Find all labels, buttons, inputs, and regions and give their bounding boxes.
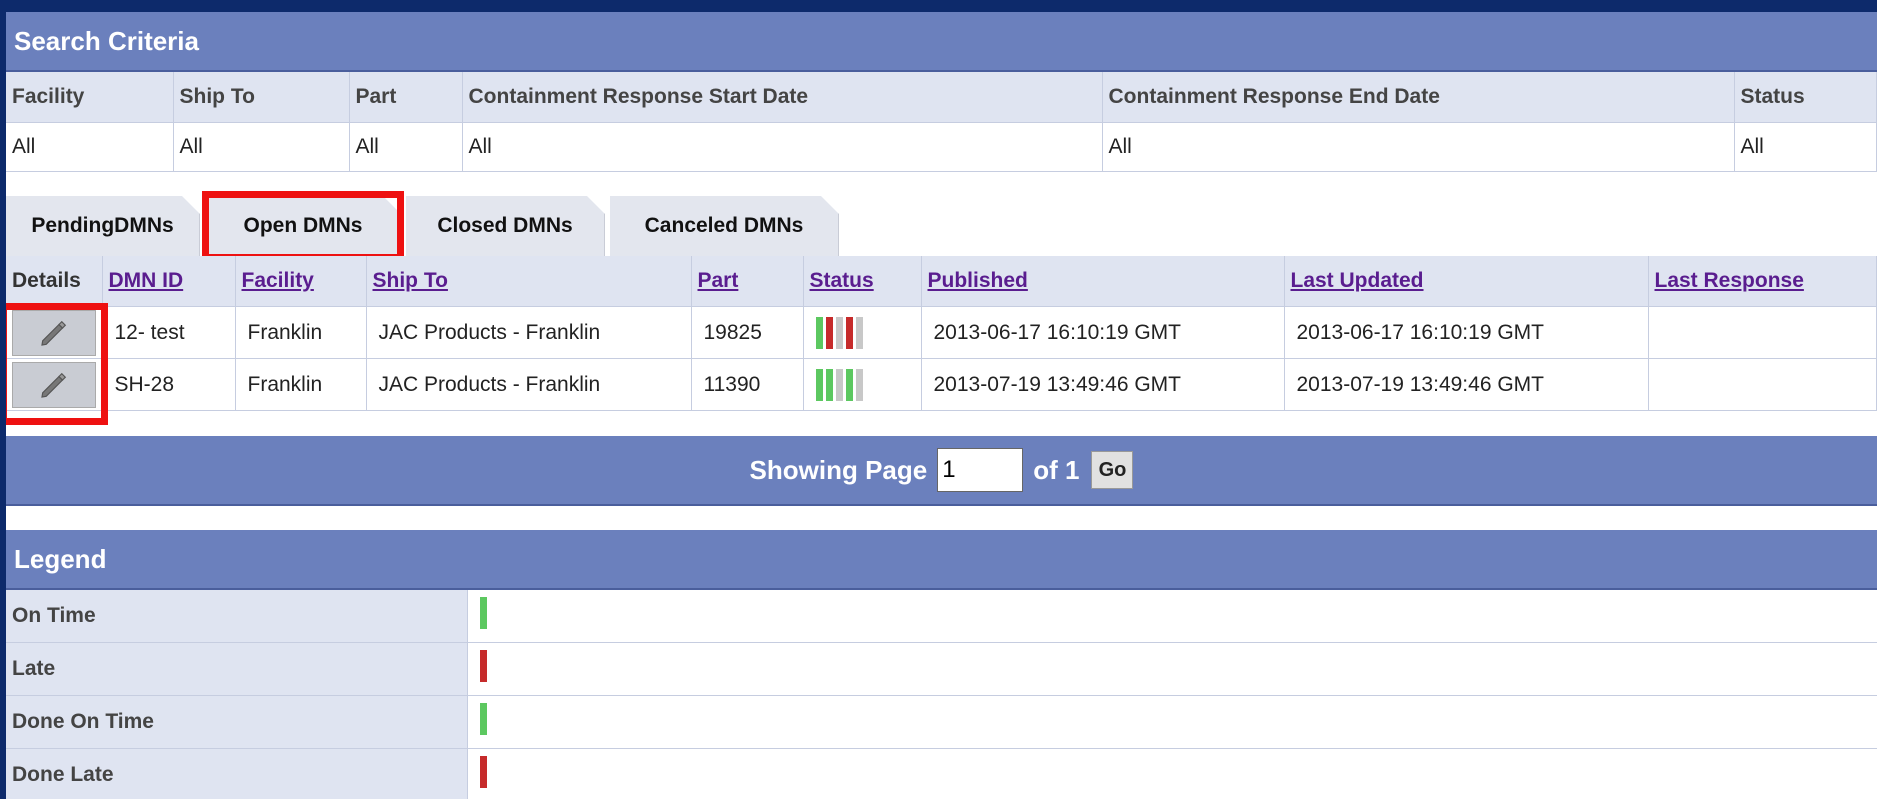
criteria-value-status: All (1734, 122, 1877, 172)
cell-facility: Franklin (235, 358, 367, 411)
page: Search Criteria Facility Ship To Part Co… (6, 12, 1877, 799)
legend-table: On Time Late Done On Time Done Late (6, 590, 1877, 799)
status-bar-on-time (815, 368, 823, 401)
sort-link-part[interactable]: Part (698, 269, 739, 292)
col-header-status[interactable]: Status (803, 256, 922, 307)
search-criteria-table: Facility Ship To Part Containment Respon… (6, 72, 1877, 172)
tab-label: Open DMNs (243, 214, 363, 237)
cell-part: 11390 (691, 358, 804, 411)
col-header-facility[interactable]: Facility (235, 256, 367, 307)
dmn-results-table: Details DMN ID Facility Ship To Part Sta… (6, 256, 1877, 411)
sort-link-last-response[interactable]: Last Response (1655, 269, 1804, 292)
tab-canceled-dmns[interactable]: Canceled DMNs (610, 196, 839, 256)
pencil-icon (41, 372, 66, 398)
col-header-details: Details (6, 256, 103, 307)
col-header-ship-to[interactable]: Ship To (366, 256, 692, 307)
legend-label-done-on-time: Done On Time (6, 695, 468, 749)
tab-closed-dmns[interactable]: Closed DMNs (406, 196, 605, 256)
criteria-value-start-date: All (462, 122, 1103, 172)
page-number-input[interactable] (937, 448, 1024, 492)
pencil-icon (41, 320, 66, 346)
criteria-header-end-date: Containment Response End Date (1102, 72, 1735, 123)
status-bar-pending (855, 368, 863, 401)
criteria-header-start-date: Containment Response Start Date (462, 72, 1103, 123)
criteria-value-end-date: All (1102, 122, 1735, 172)
status-indicator (815, 368, 915, 401)
edit-button[interactable] (11, 361, 96, 408)
criteria-header-part: Part (349, 72, 463, 123)
cell-dmn-id: 12- test (102, 306, 236, 359)
status-bar-on-time (845, 368, 853, 401)
cell-status (803, 306, 922, 359)
criteria-value-part: All (349, 122, 463, 172)
criteria-header-facility: Facility (6, 72, 174, 123)
cell-status (803, 358, 922, 411)
criteria-header-ship-to: Ship To (173, 72, 350, 123)
legend-swatch-done-late (480, 756, 487, 788)
col-header-published[interactable]: Published (921, 256, 1285, 307)
cell-published: 2013-06-17 16:10:19 GMT (921, 306, 1285, 359)
status-bar-pending (835, 316, 843, 349)
cell-last-response (1648, 306, 1877, 359)
go-button[interactable]: Go (1091, 451, 1134, 489)
table-row: SH-28 Franklin JAC Products - Franklin 1… (6, 358, 1877, 411)
col-header-last-response[interactable]: Last Response (1648, 256, 1877, 307)
pagination-bar: Showing Page of 1 Go (6, 436, 1877, 506)
cell-dmn-id: SH-28 (102, 358, 236, 411)
tab-open-dmns[interactable]: Open DMNs (206, 196, 401, 256)
legend-label-on-time: On Time (6, 590, 468, 643)
cell-published: 2013-07-19 13:49:46 GMT (921, 358, 1285, 411)
col-header-dmn-id[interactable]: DMN ID (102, 256, 236, 307)
pager-label: Showing Page (749, 454, 928, 485)
status-bar-late (845, 316, 853, 349)
legend-label-late: Late (6, 642, 468, 696)
sort-link-ship-to[interactable]: Ship To (373, 269, 448, 292)
cell-last-updated: 2013-06-17 16:10:19 GMT (1284, 306, 1649, 359)
legend-swatch-on-time (480, 597, 487, 629)
cell-facility: Franklin (235, 306, 367, 359)
sort-link-last-updated[interactable]: Last Updated (1291, 269, 1424, 292)
legend-label-done-late: Done Late (6, 748, 468, 799)
sort-link-status[interactable]: Status (810, 269, 874, 292)
status-bar-on-time (825, 368, 833, 401)
cell-last-response (1648, 358, 1877, 411)
status-indicator (815, 316, 915, 349)
tab-label: PendingDMNs (31, 214, 174, 237)
legend-header: Legend (6, 530, 1877, 590)
criteria-value-facility: All (6, 122, 174, 172)
table-row: 12- test Franklin JAC Products - Frankli… (6, 306, 1877, 359)
cell-ship-to: JAC Products - Franklin (366, 306, 692, 359)
search-criteria-header: Search Criteria (6, 12, 1877, 72)
status-bar-pending (835, 368, 843, 401)
sort-link-published[interactable]: Published (928, 269, 1028, 292)
status-bar-pending (855, 316, 863, 349)
edit-button[interactable] (11, 309, 96, 356)
tab-label: Canceled DMNs (644, 214, 804, 237)
tab-pending-dmns[interactable]: PendingDMNs (6, 196, 200, 256)
criteria-header-status: Status (1734, 72, 1877, 123)
status-bar-on-time (815, 316, 823, 349)
sort-link-facility[interactable]: Facility (242, 269, 314, 292)
legend-swatch-late (480, 650, 487, 682)
dmn-tabs: PendingDMNs Open DMNs Closed DMNs Cancel… (6, 191, 1877, 261)
pager-total: of 1 (1033, 454, 1080, 485)
col-header-part[interactable]: Part (691, 256, 804, 307)
results-wrapper: Details DMN ID Facility Ship To Part Sta… (6, 256, 1877, 411)
criteria-value-ship-to: All (173, 122, 350, 172)
cell-ship-to: JAC Products - Franklin (366, 358, 692, 411)
sort-link-dmn-id[interactable]: DMN ID (109, 269, 184, 292)
tab-label: Closed DMNs (437, 214, 573, 237)
cell-part: 19825 (691, 306, 804, 359)
col-header-last-updated[interactable]: Last Updated (1284, 256, 1649, 307)
cell-last-updated: 2013-07-19 13:49:46 GMT (1284, 358, 1649, 411)
status-bar-late (825, 316, 833, 349)
legend-swatch-done-on-time (480, 703, 487, 735)
